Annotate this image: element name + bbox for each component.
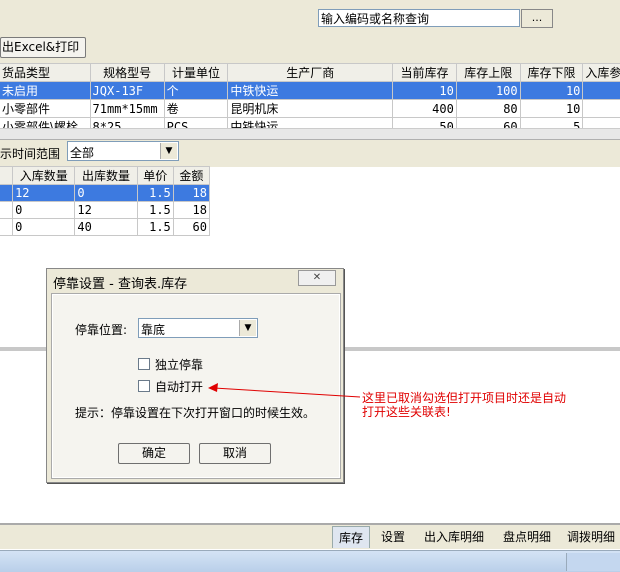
- table-cell: 卷: [163, 99, 229, 118]
- table-cell: 0: [12, 218, 76, 236]
- search-browse-button[interactable]: ...: [521, 9, 553, 28]
- tab-settings[interactable]: 设置: [374, 526, 412, 548]
- column-header[interactable]: 计量单位: [163, 63, 229, 82]
- table-cell: 未启用: [0, 81, 91, 100]
- column-header: [0, 166, 14, 185]
- close-icon[interactable]: ✕: [298, 270, 336, 286]
- table-row[interactable]: 小零部件 71mm*15mm 卷 昆明机床 400 80 10: [0, 99, 620, 118]
- table-cell: 10: [519, 81, 584, 100]
- table-cell: PCS: [163, 117, 229, 128]
- column-header[interactable]: 金额: [172, 166, 210, 185]
- tab-inventory[interactable]: 库存: [332, 526, 370, 548]
- table-cell: 60: [172, 218, 210, 236]
- table-cell: [582, 99, 620, 118]
- table-cell: 昆明机床: [227, 99, 394, 118]
- filter-label: 示时间范围: [0, 147, 61, 161]
- detail-grid-header: 入库数量 出库数量 单价 金额: [0, 166, 210, 185]
- table-cell: 100: [455, 81, 521, 100]
- dock-position-label: 停靠位置:: [75, 323, 128, 337]
- table-cell: 12: [74, 201, 138, 219]
- table-cell: 400: [392, 99, 457, 118]
- table-cell: 40: [74, 218, 138, 236]
- table-cell: 5: [519, 117, 584, 128]
- tab-stock-in-out-detail[interactable]: 出入库明细: [418, 526, 490, 548]
- table-cell: JQX-13F: [89, 81, 165, 100]
- auto-open-checkbox[interactable]: [138, 380, 150, 392]
- column-header[interactable]: 库存上限: [455, 63, 521, 82]
- table-cell: 60: [455, 117, 521, 128]
- status-bar-panel: [566, 553, 620, 571]
- table-cell: [0, 184, 14, 202]
- table-cell: 80: [455, 99, 521, 118]
- table-cell: 0: [12, 201, 76, 219]
- table-row[interactable]: 小零部件\螺栓 8*25 PCS 中铁快运 50 60 5 2: [0, 117, 620, 128]
- table-cell: 18: [172, 201, 210, 219]
- column-header[interactable]: 入库数量: [12, 166, 76, 185]
- inventory-grid: 货品类型 规格型号 计量单位 生产厂商 当前库存 库存上限 库存下限 入库参考 …: [0, 63, 620, 128]
- column-header[interactable]: 生产厂商: [227, 63, 394, 82]
- chevron-down-icon[interactable]: ▼: [239, 320, 256, 336]
- table-cell: 1.5: [136, 201, 174, 219]
- table-cell: 中铁快运: [227, 81, 394, 100]
- table-row[interactable]: 0 12 1.5 18: [0, 201, 210, 219]
- table-row[interactable]: 12 0 1.5 18: [0, 184, 210, 202]
- time-range-value: 全部: [70, 146, 95, 160]
- independent-dock-label: 独立停靠: [155, 358, 204, 372]
- annotation-note: 这里已取消勾选但打开项目时还是自动打开这些关联表!: [362, 391, 567, 419]
- table-row[interactable]: 0 40 1.5 60: [0, 218, 210, 236]
- table-cell: 71mm*15mm: [89, 99, 165, 118]
- table-cell: 0: [74, 184, 138, 202]
- table-cell: 2: [582, 117, 620, 128]
- column-header[interactable]: 出库数量: [74, 166, 138, 185]
- dialog-title: 停靠设置 - 查询表.库存: [53, 277, 188, 292]
- tab-stocktake-detail[interactable]: 盘点明细: [496, 526, 558, 548]
- ok-button[interactable]: 确定: [118, 443, 190, 464]
- horizontal-scrollbar[interactable]: [0, 128, 620, 139]
- table-cell: 小零部件\螺栓: [0, 117, 91, 128]
- table-cell: 个: [163, 81, 229, 100]
- column-header[interactable]: 库存下限: [519, 63, 584, 82]
- inventory-grid-header: 货品类型 规格型号 计量单位 生产厂商 当前库存 库存上限 库存下限 入库参考: [0, 63, 620, 82]
- table-cell: 小零部件: [0, 99, 91, 118]
- chevron-down-icon[interactable]: ▼: [160, 143, 177, 159]
- detail-grid: 入库数量 出库数量 单价 金额 12 0 1.5 18 0 12 1.5 18 …: [0, 166, 210, 240]
- table-cell: [0, 218, 14, 236]
- table-cell: 50: [392, 117, 457, 128]
- export-excel-print-button[interactable]: 出Excel&打印: [0, 37, 86, 58]
- annotation-arrow: [208, 383, 361, 398]
- dock-position-value: 靠底: [141, 323, 166, 337]
- table-cell: 10: [519, 99, 584, 118]
- column-header[interactable]: 规格型号: [89, 63, 165, 82]
- table-cell: 18: [172, 184, 210, 202]
- table-cell: 1.5: [136, 218, 174, 236]
- tab-transfer-detail[interactable]: 调拨明细: [562, 526, 620, 548]
- table-cell: 1.5: [136, 184, 174, 202]
- column-header[interactable]: 当前库存: [392, 63, 457, 82]
- column-header[interactable]: 入库参考: [582, 63, 620, 82]
- table-cell: 1: [582, 81, 620, 100]
- table-cell: 中铁快运: [227, 117, 394, 128]
- table-cell: 12: [12, 184, 76, 202]
- table-cell: [0, 201, 14, 219]
- column-header[interactable]: 单价: [136, 166, 174, 185]
- table-cell: 8*25: [89, 117, 165, 128]
- table-cell: 10: [392, 81, 457, 100]
- table-row[interactable]: 未启用 JQX-13F 个 中铁快运 10 100 10 1: [0, 81, 620, 100]
- column-header[interactable]: 货品类型: [0, 63, 91, 82]
- search-input[interactable]: 输入编码或名称查询: [318, 9, 520, 27]
- status-bar: [0, 550, 620, 572]
- auto-open-label: 自动打开: [155, 380, 204, 394]
- independent-dock-checkbox[interactable]: [138, 358, 150, 370]
- cancel-button[interactable]: 取消: [199, 443, 271, 464]
